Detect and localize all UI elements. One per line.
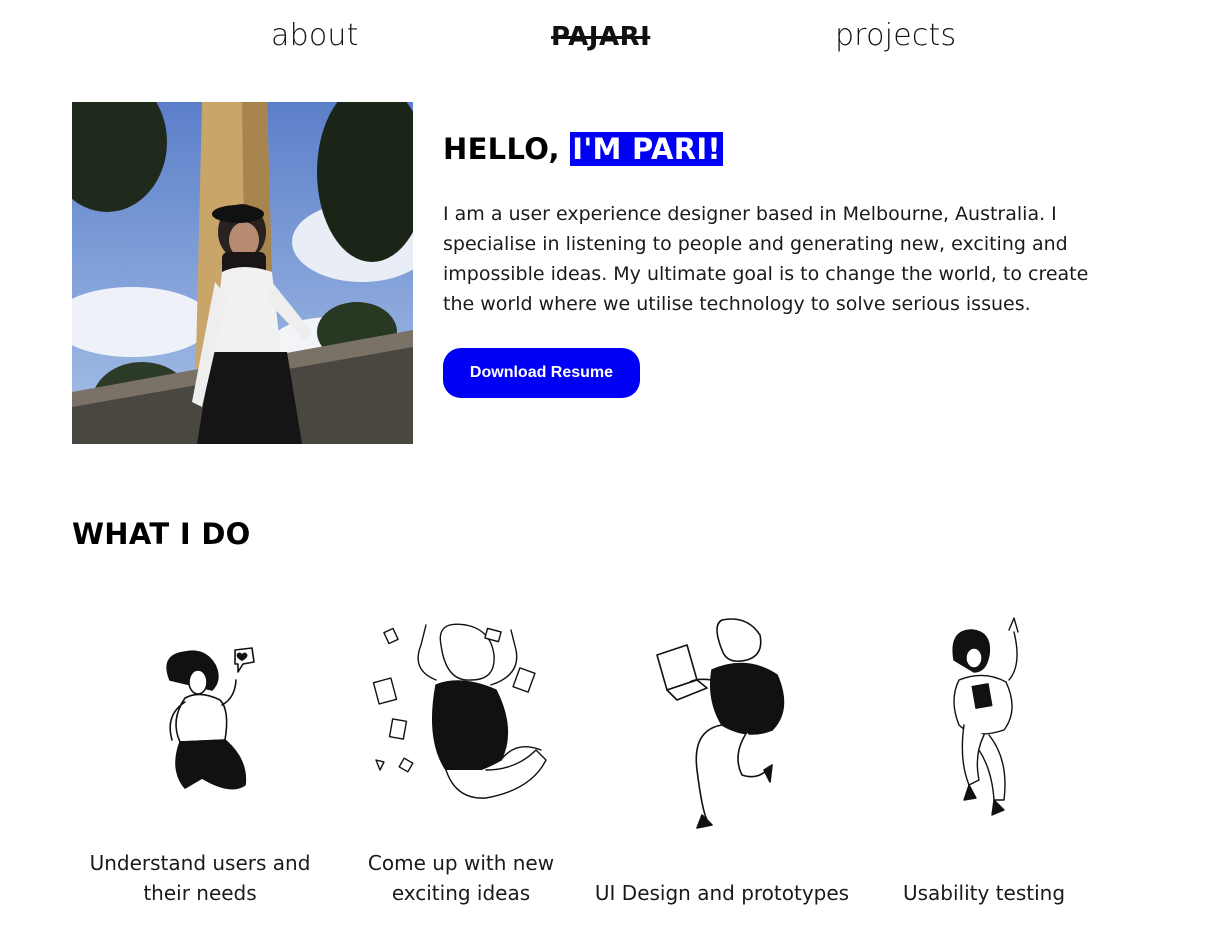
section-title-what-i-do: WHAT I DO — [72, 517, 251, 551]
service-card-understand-users: Understand users and their needs — [70, 610, 330, 905]
top-nav: about PAJARI projects — [0, 0, 1223, 80]
usability-testing-illustration-icon — [952, 617, 1019, 816]
hero-intro: HELLO, I'M PARI! I am a user experience … — [443, 126, 1143, 319]
hero-heading: HELLO, I'M PARI! — [443, 126, 1143, 172]
nav-projects-link[interactable]: projects — [835, 18, 956, 53]
service-label: UI Design and prototypes — [594, 881, 850, 905]
service-label: Usability testing — [902, 881, 1066, 905]
hero-bio: I am a user experience designer based in… — [443, 203, 1089, 315]
hero-heading-prefix: HELLO, — [443, 132, 571, 166]
service-card-usability-testing: Usability testing — [854, 610, 1114, 905]
download-resume-button[interactable]: Download Resume — [443, 348, 640, 398]
profile-photo — [72, 102, 413, 444]
ui-design-illustration-icon — [656, 618, 785, 829]
service-label: Come up with new exciting ideas — [367, 851, 555, 905]
hero-heading-highlight: I'M PARI! — [570, 132, 723, 166]
service-card-ideas: Come up with new exciting ideas — [331, 610, 591, 905]
service-card-ui-design: UI Design and prototypes — [592, 610, 852, 905]
user-research-illustration-icon — [166, 647, 255, 790]
service-label: Understand users and their needs — [89, 851, 311, 905]
ideation-illustration-icon — [372, 623, 547, 799]
nav-about-link[interactable]: about — [271, 18, 359, 53]
site-logo[interactable]: PAJARI — [551, 22, 650, 52]
